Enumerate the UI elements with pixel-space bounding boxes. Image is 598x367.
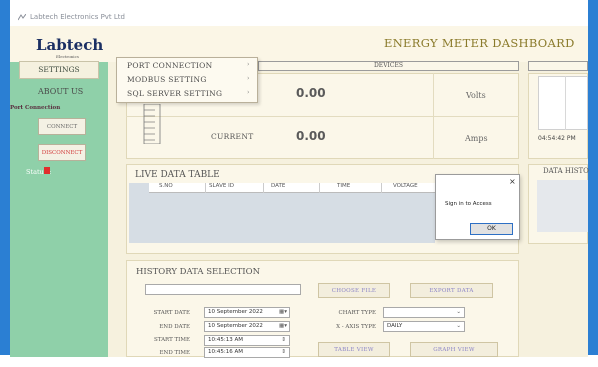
- window-frame-top: [0, 0, 598, 10]
- graph-gridline: [565, 76, 566, 130]
- divider: [263, 183, 264, 193]
- connect-button[interactable]: CONNECT: [38, 118, 86, 135]
- start-time-label: START TIME: [153, 337, 190, 343]
- port-connection-label: Port Connection: [10, 105, 61, 111]
- graph-view-button[interactable]: GRAPH VIEW: [410, 342, 498, 357]
- chart-type-label: CHART TYPE: [338, 310, 376, 316]
- current-unit: Amps: [465, 134, 488, 143]
- app-icon: [18, 14, 26, 21]
- history-title: HISTORY DATA SELECTION: [136, 267, 261, 277]
- meter-icon: [143, 104, 161, 144]
- voltage-value: 0.00: [296, 86, 326, 100]
- status-indicator: [44, 167, 50, 174]
- table-header-row: S.NO SLAVE ID DATE TIME VOLTAGE: [149, 183, 435, 193]
- choose-file-button[interactable]: CHOOSE FILE: [318, 283, 390, 298]
- divider: [319, 183, 320, 193]
- live-data-title: LIVE DATA TABLE: [135, 170, 220, 180]
- menu-item-port-connection[interactable]: PORT CONNECTION: [127, 61, 213, 70]
- chart-type-select[interactable]: ⌄: [383, 307, 465, 318]
- title-bar: Labtech Electronics Pvt Ltd: [10, 10, 588, 26]
- calendar-icon: ▦▾: [279, 309, 287, 315]
- chevron-right-icon: ›: [247, 75, 250, 82]
- window-frame-left: [0, 0, 10, 367]
- divider: [126, 116, 519, 117]
- start-date-picker[interactable]: 10 September 2022 ▦▾: [204, 307, 290, 318]
- export-data-button[interactable]: EXPORT DATA: [410, 283, 493, 298]
- live-graph: [538, 76, 588, 130]
- about-us-link[interactable]: ABOUT US: [38, 87, 83, 96]
- window-frame-right: [588, 0, 598, 367]
- table-view-button[interactable]: TABLE VIEW: [318, 342, 390, 357]
- end-date-picker[interactable]: 10 September 2022 ▦▾: [204, 321, 290, 332]
- data-history-chart: [537, 180, 588, 232]
- voltage-unit: Volts: [466, 91, 486, 100]
- column-header[interactable]: TIME: [337, 183, 350, 189]
- settings-button[interactable]: SETTINGS: [19, 61, 99, 79]
- divider: [205, 183, 206, 193]
- calendar-icon: ▦▾: [279, 323, 287, 329]
- settings-menu: PORT CONNECTION › MODBUS SETTING › SQL S…: [116, 57, 258, 103]
- end-date-label: END DATE: [159, 324, 190, 330]
- devices-header: DEVICES: [258, 61, 519, 71]
- dialog-message: Sign in to Access: [445, 201, 492, 207]
- graph-time-label: 04:54:42 PM: [538, 135, 576, 142]
- start-time-input[interactable]: 10:45:13 AM ⇕: [204, 335, 290, 346]
- end-time-label: END TIME: [159, 350, 190, 356]
- menu-item-modbus-setting[interactable]: MODBUS SETTING: [127, 75, 207, 84]
- window-title: Labtech Electronics Pvt Ltd: [30, 13, 125, 21]
- data-history-title: DATA HISTO: [543, 167, 589, 175]
- chevron-right-icon: ›: [247, 61, 250, 68]
- chevron-right-icon: ›: [247, 89, 250, 96]
- spinner-icon[interactable]: ⇕: [281, 336, 286, 345]
- column-header[interactable]: VOLTAGE: [393, 183, 418, 189]
- current-value: 0.00: [296, 129, 326, 143]
- menu-item-sql-server-setting[interactable]: SQL SERVER SETTING: [127, 89, 222, 98]
- current-label: CURRENT: [211, 132, 254, 141]
- ok-button[interactable]: OK: [470, 223, 513, 235]
- xaxis-type-select[interactable]: DAILY ⌄: [383, 321, 465, 332]
- end-time-input[interactable]: 10:45:16 AM ⇕: [204, 347, 290, 358]
- sign-in-dialog: × Sign in to Access OK: [435, 174, 520, 240]
- company-logo: Labtech Electronics: [36, 36, 104, 59]
- dashboard-title: ENERGY METER DASHBOARD: [384, 36, 575, 50]
- file-path-input[interactable]: [145, 284, 301, 295]
- column-header[interactable]: S.NO: [159, 183, 173, 189]
- spinner-icon[interactable]: ⇕: [281, 348, 286, 357]
- close-icon[interactable]: ×: [509, 177, 516, 186]
- column-header[interactable]: DATE: [271, 183, 285, 189]
- chevron-down-icon: ⌄: [456, 323, 461, 329]
- live-data-table: S.NO SLAVE ID DATE TIME VOLTAGE: [129, 183, 435, 243]
- column-header[interactable]: SLAVE ID: [209, 183, 234, 189]
- chevron-down-icon: ⌄: [456, 309, 461, 315]
- start-date-label: START DATE: [153, 310, 190, 316]
- divider: [381, 183, 382, 193]
- disconnect-button[interactable]: DISCONNECT: [38, 144, 86, 161]
- xaxis-type-label: X - AXIS TYPE: [336, 324, 376, 330]
- graph-header: [528, 61, 588, 71]
